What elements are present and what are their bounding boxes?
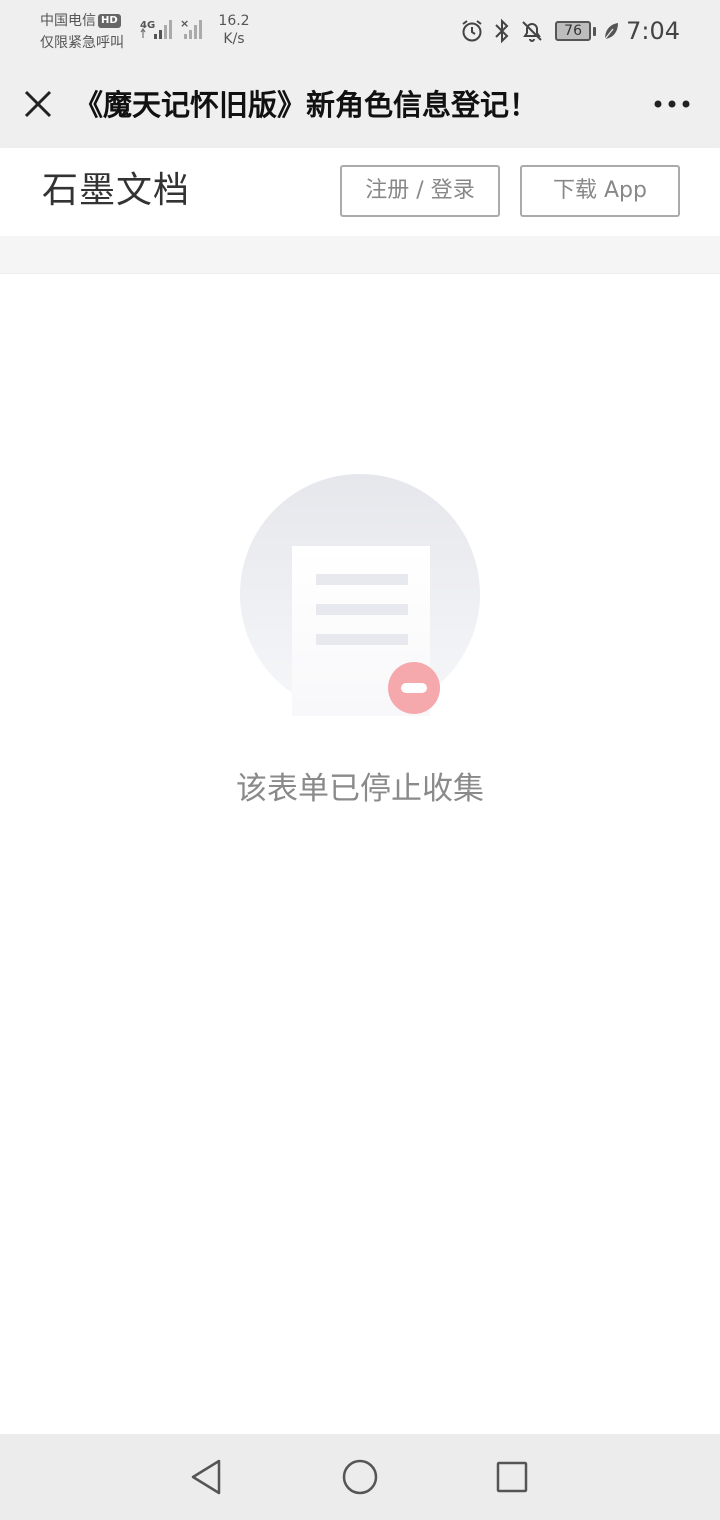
download-app-button[interactable]: 下载 App [520,165,680,217]
recent-apps-button[interactable] [490,1455,534,1499]
more-button[interactable] [650,86,694,122]
form-closed-message: 该表单已停止收集 [236,771,484,807]
network-speed: 16.2 K/s [214,12,254,48]
page: 中国电信 HD 仅限紧急呼叫 4G × 16.2 K/s 76 7:04 《魔天… [0,0,720,1520]
home-icon [342,1459,378,1495]
hd-badge: HD [98,14,121,28]
home-button[interactable] [338,1455,382,1499]
shimo-logo[interactable]: 石墨文档 [42,166,190,216]
emergency-call-text: 仅限紧急呼叫 [40,35,124,51]
leaf-icon [604,23,619,40]
title-bar: 《魔天记怀旧版》新角色信息登记！ [0,62,720,148]
alarm-icon [462,20,482,42]
close-icon [24,90,52,118]
carrier-info: 中国电信 HD 仅限紧急呼叫 [40,10,140,54]
svg-text:×: × [180,17,189,30]
recent-apps-icon [496,1461,528,1493]
more-icon [654,100,690,108]
close-button[interactable] [18,84,58,124]
status-bar: 中国电信 HD 仅限紧急呼叫 4G × 16.2 K/s 76 7:04 [0,0,720,62]
bluetooth-icon [495,18,509,44]
page-title: 《魔天记怀旧版》新角色信息登记！ [74,88,539,122]
signal-icon: 4G × [140,17,202,39]
carrier-name: 中国电信 [40,13,96,29]
status-icons: 76 7:04 [459,15,680,47]
back-button[interactable] [184,1455,228,1499]
bell-muted-icon [522,21,542,42]
doc-header: 石墨文档 注册 / 登录 下载 App [0,148,720,236]
system-nav-bar [0,1434,720,1520]
header-divider [0,236,720,274]
login-register-button[interactable]: 注册 / 登录 [340,165,500,217]
back-icon [191,1459,221,1495]
clock: 7:04 [626,17,680,45]
battery-icon: 76 [555,21,592,41]
net-speed-value: 16.2 [218,13,250,29]
form-stopped-icon [240,474,480,716]
battery-tip [593,26,597,36]
net-speed-unit: K/s [223,31,245,47]
